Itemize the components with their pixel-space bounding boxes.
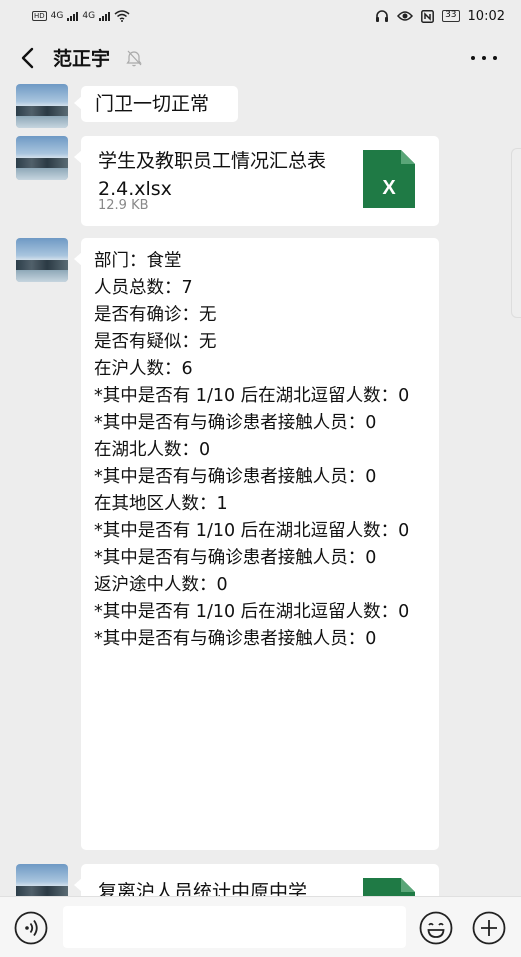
message-bubble-long[interactable]: 部门：食堂 人员总数：7 是否有确诊：无 是否有疑似：无 在沪人数：6 *其中是… — [74, 238, 439, 850]
avatar[interactable] — [16, 864, 68, 896]
signal-icon-2 — [99, 11, 111, 21]
status-right: 33 10:02 — [375, 9, 505, 24]
file-message-card[interactable]: 学生及教职员工情况汇总表 2.4.xlsx 12.9 KB X — [74, 136, 439, 226]
avatar[interactable] — [16, 238, 68, 282]
message-text-long: 部门：食堂 人员总数：7 是否有确诊：无 是否有疑似：无 在沪人数：6 *其中是… — [94, 251, 410, 649]
status-left: HD 4G 4G — [32, 10, 130, 22]
file-name-2: 复离沪人员统计中原中学 — [98, 881, 308, 896]
network-4g-1: 4G — [50, 11, 64, 21]
avatar[interactable] — [16, 84, 68, 128]
file-size: 12.9 KB — [98, 198, 149, 213]
emoji-icon[interactable] — [419, 911, 453, 945]
chat-header: 范正宇 — [0, 32, 521, 84]
chat-area[interactable]: 门卫一切正常 学生及教职员工情况汇总表 2.4.xlsx 12.9 KB X 部… — [0, 84, 521, 896]
hd-indicator: HD — [32, 11, 47, 21]
wifi-icon — [114, 10, 130, 22]
mute-icon — [126, 49, 142, 67]
more-icon[interactable] — [471, 48, 497, 68]
battery-indicator: 33 — [442, 10, 460, 22]
excel-file-icon: X — [363, 150, 415, 208]
message-bubble[interactable]: 门卫一切正常 — [74, 86, 238, 122]
eye-icon — [397, 11, 414, 21]
avatar[interactable] — [16, 136, 68, 180]
chat-title: 范正宇 — [53, 48, 111, 70]
message-text: 门卫一切正常 — [95, 93, 210, 115]
excel-letter: X — [382, 177, 396, 199]
voice-icon[interactable] — [14, 911, 48, 945]
nfc-icon — [421, 9, 435, 23]
signal-icon — [67, 11, 79, 21]
clock-time: 10:02 — [467, 8, 505, 24]
status-bar: HD 4G 4G 33 10:02 — [0, 0, 521, 32]
input-bar — [0, 896, 521, 957]
chevron-left-icon[interactable] — [16, 46, 38, 70]
network-4g-2: 4G — [82, 11, 96, 21]
message-input[interactable] — [63, 906, 406, 948]
plus-icon[interactable] — [472, 911, 506, 945]
file-name: 学生及教职员工情况汇总表 2.4.xlsx — [98, 150, 327, 200]
side-drawer-handle[interactable] — [511, 148, 521, 318]
file-message-card-2[interactable]: 复离沪人员统计中原中学 X — [74, 864, 439, 896]
headset-icon — [376, 10, 389, 22]
excel-file-icon-2: X — [363, 878, 415, 896]
